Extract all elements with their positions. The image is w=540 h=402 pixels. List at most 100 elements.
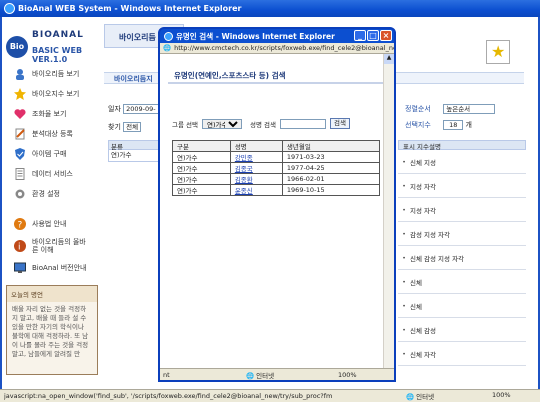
popup-zoom-level[interactable]: 100% (338, 371, 357, 379)
gear-icon (14, 188, 26, 200)
nav-label: 사용법 안내 (32, 220, 67, 228)
cell-category: 연)가수 (172, 151, 231, 163)
quote-of-the-day: 오늘의 명언 배울 자리 없는 것을 걱정하지 말고, 배울 때 들라 설 수 … (6, 285, 98, 375)
nav-item-harmony[interactable]: 조화율 보기 (4, 104, 102, 124)
cell-category: 연)가수 (172, 162, 231, 174)
celebrity-search-popup: 유명인 검색 - Windows Internet Explorer _ □ ×… (158, 27, 396, 382)
index-row[interactable]: • 신체 (398, 294, 526, 318)
date-row: 일자 2009-09- (108, 104, 159, 114)
index-row-text: 지성 자각 (410, 182, 436, 191)
index-row[interactable]: • 신체 감성 지성 자각 (398, 246, 526, 270)
date-label: 일자 (108, 105, 121, 113)
ie-icon (4, 3, 15, 14)
left-nav: 바이오리듬 보기 바이오지수 보기 조화율 보기 분석대상 등록 아이템 구매 … (4, 64, 102, 278)
nav-item-guide[interactable]: ? 사용법 안내 (4, 214, 102, 234)
nav-item-understanding[interactable]: i 바이오리듬의 올바른 이해 (4, 234, 102, 258)
popup-title: 유명인 검색 - Windows Internet Explorer (176, 31, 335, 41)
popup-scrollbar[interactable]: ▲ (383, 54, 394, 368)
nav-item-biorhythm[interactable]: 바이오리듬 보기 (4, 64, 102, 84)
logo-sub-text: BASIC WEB VER.1.0 (32, 46, 83, 64)
shield-icon (14, 148, 26, 160)
index-table: 표시 지수설명 • 신체 지성 • 지성 자각 • 지성 자각 • 감성 지성 자각 •… (398, 140, 526, 366)
zone-label: 인터넷 (256, 371, 275, 380)
main-status-bar: javascript:na_open_window('find_sub', '/… (0, 389, 540, 402)
date-input[interactable]: 2009-09- (123, 104, 159, 114)
col-name: 성명 (229, 140, 283, 152)
nav-label: 아이템 구매 (32, 150, 67, 158)
cell-birthdate: 1971-03-23 (281, 151, 381, 163)
nav-label: 바이오지수 보기 (32, 90, 80, 98)
document-icon (14, 168, 26, 180)
index-row[interactable]: • 감성 지성 자각 (398, 222, 526, 246)
popup-status-bar: nt 🌐 인터넷 100% (160, 368, 394, 380)
nav-item-version[interactable]: BioAnal 버전안내 (4, 258, 102, 278)
nav-item-register[interactable]: 분석대상 등록 (4, 124, 102, 144)
index-row[interactable]: • 신체 지성 (398, 150, 526, 174)
content-title: 바이오리듬지 (114, 75, 153, 83)
svg-text:?: ? (18, 221, 23, 231)
info-icon: i (14, 240, 26, 253)
nav-item-data-service[interactable]: 데이터 서비스 (4, 164, 102, 184)
table-row: 연)가수 김종환 1966-02-01 (172, 173, 381, 185)
search-button[interactable]: 검색 (330, 118, 350, 129)
cell-category: 연)가수 (172, 184, 231, 196)
nav-label: 분석대상 등록 (32, 130, 73, 138)
table-row: 연)가수 강민종 1971-03-23 (172, 151, 381, 163)
popup-address-bar: 🌐 http://www.cmctech.co.kr/scripts/foxwe… (160, 43, 394, 54)
popup-url[interactable]: http://www.cmctech.co.kr/scripts/foxweb.… (174, 44, 394, 52)
nav-label: BioAnal 버전안내 (32, 264, 87, 272)
results-table: 구분 성명 생년월일 연)가수 강민종 1971-03-23 연)가수 김종국 … (172, 140, 381, 196)
close-button[interactable]: × (380, 30, 392, 41)
scroll-up-arrow[interactable]: ▲ (384, 54, 394, 64)
status-text: javascript:na_open_window('find_sub', '/… (4, 392, 333, 400)
nav-item-purchase[interactable]: 아이템 구매 (4, 144, 102, 164)
name-label: 성명 검색 (250, 120, 276, 129)
index-table-header: 표시 지수설명 (398, 140, 526, 151)
index-row-text: 신체 자각 (410, 350, 436, 359)
popup-titlebar[interactable]: 유명인 검색 - Windows Internet Explorer _ □ × (160, 29, 394, 43)
group-select[interactable]: 연)가수 (202, 118, 242, 129)
col-birthdate: 생년월일 (281, 140, 381, 152)
nav-separator (4, 204, 102, 214)
ie-page-icon: 🌐 (163, 44, 172, 52)
index-row-text: 신체 (410, 302, 422, 311)
find-select[interactable]: 전체 (123, 122, 142, 132)
index-row[interactable]: • 신체 (398, 270, 526, 294)
nav-label: 조화율 보기 (32, 110, 67, 118)
person-icon (14, 68, 26, 80)
index-row[interactable]: • 지성 자각 (398, 174, 526, 198)
popup-heading-bar: 유명인(연예인,스포츠스타 등) 검색 (168, 68, 386, 84)
heart-icon (14, 108, 26, 120)
index-row[interactable]: • 신체 감성 (398, 318, 526, 342)
count-input[interactable]: 18 (443, 120, 464, 130)
count-unit: 개 (465, 121, 472, 129)
star-icon: ★ (491, 42, 506, 61)
top-banner-label: 바이오리듬 (119, 33, 156, 42)
maximize-button[interactable]: □ (367, 30, 379, 41)
col-category: 구분 (172, 140, 231, 152)
cell-name-link[interactable]: 김종환 (229, 173, 283, 185)
index-row[interactable]: • 신체 자각 (398, 342, 526, 366)
logo-main-text: BIOANAL (32, 30, 84, 40)
favorite-star-button[interactable]: ★ (486, 40, 510, 64)
popup-internet-zone: 🌐 인터넷 (246, 371, 275, 380)
zoom-level[interactable]: 100% (492, 391, 511, 399)
cell-name-link[interactable]: 윤종신 (229, 184, 283, 196)
group-label: 그룹 선택 (172, 120, 198, 129)
monitor-icon (14, 262, 26, 274)
cell-name-link[interactable]: 김종국 (229, 162, 283, 174)
sort-select[interactable]: 높은순서 (443, 104, 496, 114)
minimize-button[interactable]: _ (354, 30, 366, 41)
nav-label: 바이오리듬의 올바른 이해 (32, 238, 86, 254)
nav-item-settings[interactable]: 환경 설정 (4, 184, 102, 204)
popup-heading: 유명인(연예인,스포츠스타 등) 검색 (174, 71, 286, 80)
cell-name-link[interactable]: 강민종 (229, 151, 283, 163)
sort-label: 정렬순서 (405, 105, 431, 113)
nav-item-bioindex[interactable]: 바이오지수 보기 (4, 84, 102, 104)
cell-birthdate: 1977-04-25 (281, 162, 381, 174)
count-label: 선택지수 (405, 121, 431, 129)
index-row[interactable]: • 지성 자각 (398, 198, 526, 222)
cell-category: 연)가수 (172, 173, 231, 185)
table-row: 연)가수 윤종신 1969-10-15 (172, 184, 381, 196)
name-search-input[interactable] (280, 118, 326, 129)
